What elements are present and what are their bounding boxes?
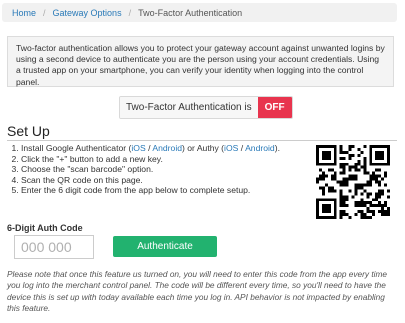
step-4: Scan the QR code on this page. [21, 175, 331, 186]
step-1: Install Google Authenticator (iOS / Andr… [21, 143, 331, 154]
auth-code-input[interactable] [14, 235, 94, 259]
toggle-off-button[interactable]: OFF [257, 97, 292, 118]
notice-text: Please note that once this feature us tu… [7, 269, 388, 314]
breadcrumb: Home / Gateway Options / Two-Factor Auth… [2, 3, 397, 22]
breadcrumb-gateway-link[interactable]: Gateway Options [53, 8, 122, 18]
two-factor-toggle: Two-Factor Authentication is OFF [119, 96, 293, 119]
step-2: Click the "+" button to add a new key. [21, 154, 331, 165]
info-panel: Two-factor authentication allows you to … [7, 36, 394, 87]
google-auth-ios-link[interactable]: iOS [131, 143, 145, 153]
breadcrumb-separator: / [128, 7, 132, 18]
authenticate-button[interactable]: Authenticate [113, 236, 217, 257]
google-auth-android-link[interactable]: Android [152, 143, 182, 153]
setup-title: Set Up [7, 123, 50, 139]
setup-steps: Install Google Authenticator (iOS / Andr… [0, 143, 331, 196]
step-5: Enter the 6 digit code from the app belo… [21, 185, 331, 196]
breadcrumb-home-link[interactable]: Home [12, 8, 36, 18]
authy-ios-link[interactable]: iOS [224, 143, 238, 153]
qr-code [316, 145, 390, 219]
auth-code-label: 6-Digit Auth Code [7, 223, 83, 233]
step-text: ). [274, 143, 280, 153]
step-text: ) or Authy ( [182, 143, 225, 153]
breadcrumb-current: Two-Factor Authentication [138, 7, 243, 18]
divider [7, 140, 397, 141]
authy-android-link[interactable]: Android [245, 143, 275, 153]
step-3: Choose the "scan barcode" option. [21, 164, 331, 175]
breadcrumb-separator: / [43, 7, 46, 18]
toggle-label: Two-Factor Authentication is [120, 97, 258, 118]
step-text: Install Google Authenticator ( [21, 143, 132, 153]
